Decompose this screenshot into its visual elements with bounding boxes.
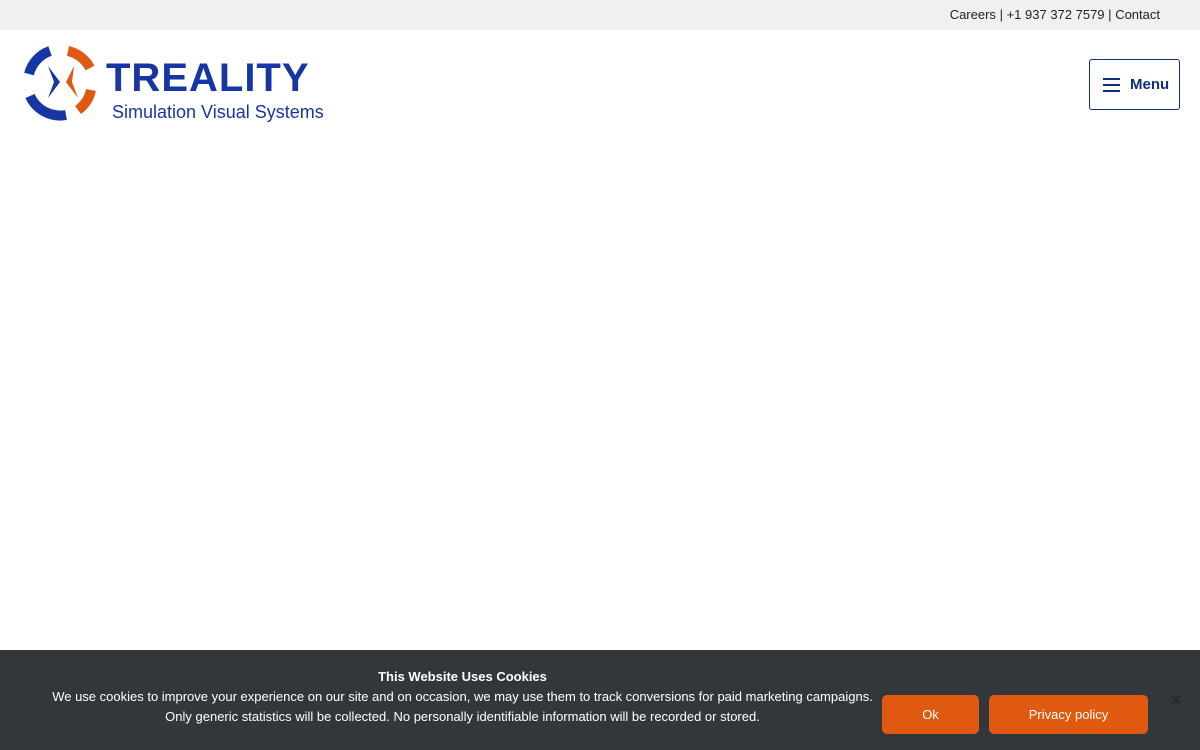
- contact-link[interactable]: Contact: [1115, 7, 1160, 22]
- cookie-banner: This Website Uses Cookies We use cookies…: [0, 650, 1200, 750]
- utility-links: Careers | +1 937 372 7579 | Contact: [950, 7, 1160, 22]
- menu-button[interactable]: Menu: [1089, 59, 1180, 110]
- site-logo[interactable]: TREALITY Simulation Visual Systems: [20, 44, 330, 126]
- logo-tagline: Simulation Visual Systems: [112, 102, 324, 122]
- careers-link[interactable]: Careers: [950, 7, 996, 22]
- close-icon[interactable]: ×: [1166, 690, 1186, 710]
- separator: |: [999, 7, 1003, 22]
- separator: |: [1108, 7, 1112, 22]
- cookie-ok-button[interactable]: Ok: [882, 695, 979, 734]
- logo-wordmark: TREALITY: [106, 56, 310, 100]
- cookie-body-line: We use cookies to improve your experienc…: [52, 689, 873, 704]
- menu-label: Menu: [1130, 76, 1170, 93]
- privacy-policy-button[interactable]: Privacy policy: [989, 695, 1148, 734]
- cookie-message: This Website Uses Cookies We use cookies…: [40, 667, 885, 727]
- cookie-body-line: Only generic statistics will be collecte…: [165, 709, 760, 724]
- top-utility-bar: Careers | +1 937 372 7579 | Contact: [0, 0, 1200, 30]
- cookie-title: This Website Uses Cookies: [378, 669, 547, 684]
- phone-link[interactable]: +1 937 372 7579: [1007, 7, 1105, 22]
- hamburger-icon: [1103, 78, 1120, 92]
- treality-ring-icon: [24, 46, 96, 121]
